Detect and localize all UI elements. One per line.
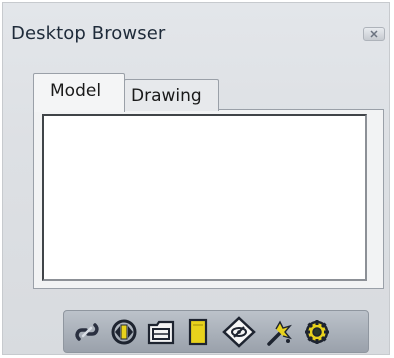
update-button[interactable] <box>107 315 141 349</box>
link-icon <box>75 323 99 341</box>
wand-button[interactable] <box>262 315 296 349</box>
tab-drawing[interactable]: Drawing <box>124 79 219 111</box>
browser-toolbar <box>63 310 369 353</box>
desktop-browser-panel: Desktop Browser Model Drawing <box>2 2 390 355</box>
tab-model-label: Model <box>50 81 102 101</box>
document-icon <box>188 318 208 346</box>
document-button[interactable] <box>181 315 215 349</box>
close-icon <box>370 30 378 38</box>
link-button[interactable] <box>70 315 104 349</box>
folder-icon <box>147 320 175 345</box>
window-title: Desktop Browser <box>11 23 166 44</box>
model-tree[interactable] <box>42 114 367 281</box>
close-button[interactable] <box>363 27 385 41</box>
gear-button[interactable] <box>300 315 334 349</box>
tab-content <box>33 109 384 289</box>
update-icon <box>111 319 137 345</box>
wand-icon <box>267 320 292 346</box>
view-button[interactable] <box>222 315 256 349</box>
title-bar: Desktop Browser <box>3 3 389 55</box>
folder-button[interactable] <box>144 315 178 349</box>
tab-model[interactable]: Model <box>33 73 125 112</box>
tab-drawing-label: Drawing <box>131 86 202 106</box>
view-icon <box>222 316 256 348</box>
gear-icon <box>305 320 329 344</box>
